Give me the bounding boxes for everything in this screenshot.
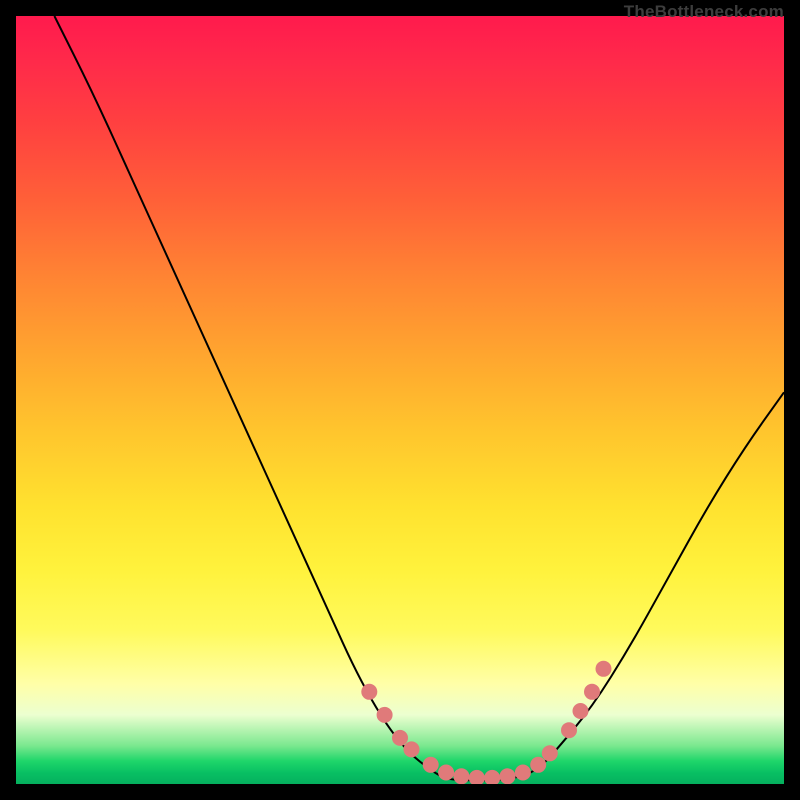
bottleneck-curve (54, 16, 784, 780)
plot-area: TheBottleneck.com (16, 16, 784, 784)
highlight-dot (361, 684, 377, 700)
highlight-dot (469, 770, 485, 784)
highlight-dot (500, 768, 516, 784)
highlight-dot (596, 661, 612, 677)
chart-frame: TheBottleneck.com (0, 0, 800, 800)
highlight-dot (404, 741, 420, 757)
highlight-dot (423, 757, 439, 773)
highlight-dot (542, 745, 558, 761)
highlight-dot (484, 770, 500, 784)
highlight-dot (392, 730, 408, 746)
highlight-dot (438, 765, 454, 781)
highlight-dot (573, 703, 589, 719)
highlight-dot (515, 765, 531, 781)
highlight-dot (453, 768, 469, 784)
highlight-dots-group (361, 661, 611, 784)
highlight-dot (377, 707, 393, 723)
chart-svg (16, 16, 784, 784)
highlight-dot (530, 757, 546, 773)
highlight-dot (584, 684, 600, 700)
highlight-dot (561, 722, 577, 738)
